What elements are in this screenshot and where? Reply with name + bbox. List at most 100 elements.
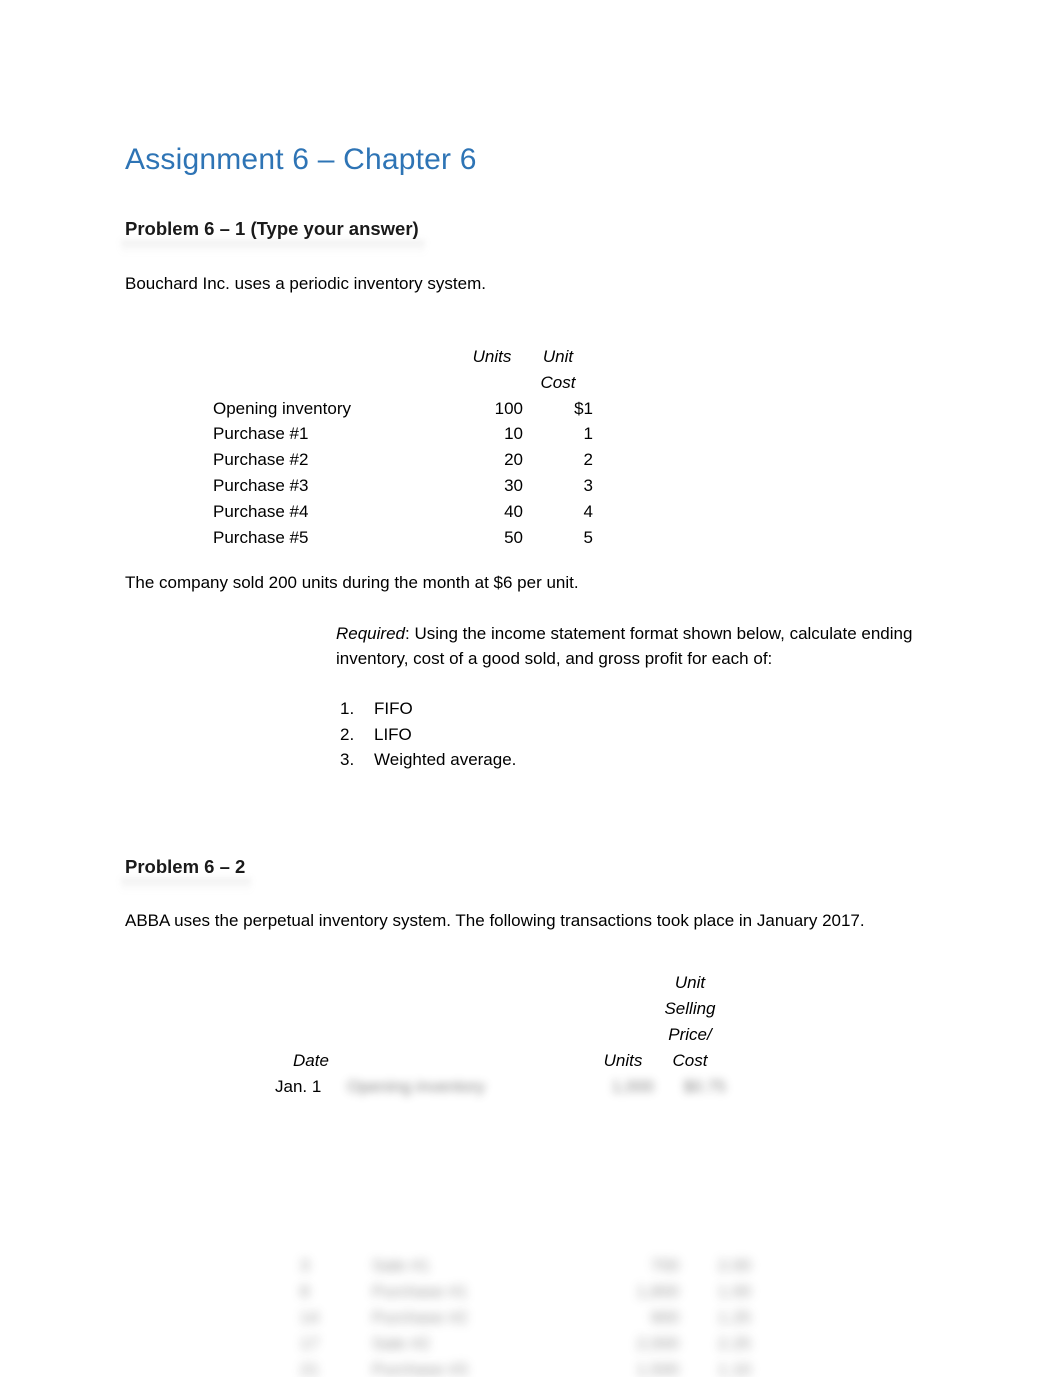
row-label: Opening inventory xyxy=(213,398,351,418)
header-blank xyxy=(347,1022,592,1048)
problem-2-section: Problem 6 – 2 ABBA uses the perpetual in… xyxy=(121,855,928,933)
row-description-redacted: Sale #2 xyxy=(372,1334,430,1353)
row-units: 100 xyxy=(494,398,523,418)
row-price-redacted: 1.25 xyxy=(717,1308,751,1327)
list-item-label: FIFO xyxy=(374,699,413,719)
header-blank xyxy=(347,1048,592,1074)
row-cost: 2 xyxy=(583,450,593,470)
table-row: Purchase #5 50 5 xyxy=(213,525,593,551)
problem-2-heading-wrap: Problem 6 – 2 xyxy=(121,855,928,893)
list-item-label: Weighted average. xyxy=(374,750,517,770)
table-row: 14 Purchase #2 900 1.25 xyxy=(300,1305,751,1331)
header-blank xyxy=(275,996,347,1022)
header-blank xyxy=(347,996,592,1022)
header-date: Date xyxy=(293,1051,329,1070)
row-units: 20 xyxy=(504,450,523,470)
row-units: 30 xyxy=(504,476,523,496)
header-units: Units xyxy=(603,1051,643,1070)
row-description-redacted: Purchase #1 xyxy=(372,1282,468,1301)
problem-2-intro: ABBA uses the perpetual inventory system… xyxy=(125,911,865,931)
list-item-number: 2. xyxy=(340,724,355,744)
table-row: Jan. 1 Opening inventory 1,000 $0.75 xyxy=(275,1074,726,1100)
table-row: Purchase #4 40 4 xyxy=(213,499,593,525)
problem-1-heading: Problem 6 – 1 (Type your answer) xyxy=(121,217,425,254)
header-price-line2: Selling xyxy=(664,999,716,1018)
header-price-line3: Price/ xyxy=(668,1025,712,1044)
row-label: Purchase #1 xyxy=(213,424,309,444)
row-description-redacted: Purchase #2 xyxy=(372,1308,468,1327)
table-row: Purchase #3 30 3 xyxy=(213,473,593,499)
list-item: 1. FIFO xyxy=(340,696,928,722)
row-units-redacted: 1,800 xyxy=(636,1282,679,1301)
table-row: Purchase #1 10 1 xyxy=(213,421,593,447)
heading-blur-artifact xyxy=(121,878,252,893)
row-cost: 5 xyxy=(583,527,593,547)
row-cost: 1 xyxy=(583,424,593,444)
table-row: 3 Sale #1 700 2.00 xyxy=(300,1253,751,1279)
row-price-redacted: $0.75 xyxy=(683,1077,726,1096)
row-cost: $1 xyxy=(574,398,593,418)
row-description-redacted: Purchase #3 xyxy=(372,1360,468,1377)
row-date-redacted: 21 xyxy=(300,1360,319,1377)
row-price-redacted: 1.00 xyxy=(717,1282,751,1301)
row-cost: 3 xyxy=(583,476,593,496)
header-blank xyxy=(592,996,654,1022)
table-row: Opening inventory 100 $1 xyxy=(213,396,593,422)
list-item: 3. Weighted average. xyxy=(340,747,928,773)
header-price-line4: Cost xyxy=(672,1051,708,1070)
problem-2-heading: Problem 6 – 2 xyxy=(121,855,252,893)
table-row: 21 Purchase #3 1,500 1.10 xyxy=(300,1357,751,1377)
row-date-redacted: 17 xyxy=(300,1334,319,1353)
table-header-row: Unit xyxy=(275,970,726,996)
row-label: Purchase #2 xyxy=(213,450,309,470)
problem-1-lower: The company sold 200 units during the mo… xyxy=(125,571,928,773)
document-page: Assignment 6 – Chapter 6 Problem 6 – 1 (… xyxy=(0,0,1062,1377)
row-units: 50 xyxy=(504,527,523,547)
row-label: Purchase #5 xyxy=(213,527,309,547)
row-date-redacted: 14 xyxy=(300,1308,319,1327)
header-blank xyxy=(275,1022,347,1048)
row-units-redacted: 1,000 xyxy=(611,1077,654,1096)
row-label: Purchase #4 xyxy=(213,501,309,521)
row-cost: 4 xyxy=(583,501,593,521)
header-units: Units xyxy=(472,347,512,366)
document-content: Assignment 6 – Chapter 6 Problem 6 – 1 (… xyxy=(121,0,928,296)
required-block: Required: Using the income statement for… xyxy=(336,622,928,671)
problem-1-heading-wrap: Problem 6 – 1 (Type your answer) xyxy=(121,217,928,254)
table-header-row-2: Cost xyxy=(213,370,593,396)
row-units: 40 xyxy=(504,501,523,521)
row-description-redacted: Sale #1 xyxy=(372,1256,430,1275)
problem-2-heading-text: Problem 6 – 2 xyxy=(125,856,246,877)
header-blank xyxy=(275,970,347,996)
row-date-redacted: 3 xyxy=(300,1256,310,1275)
header-blank-2 xyxy=(213,370,461,396)
inventory-table-problem-2-redacted-rows: 3 Sale #1 700 2.00 8 Purchase #1 1,800 1… xyxy=(300,1253,751,1377)
table-header-row: Units Unit xyxy=(213,344,593,370)
header-blank xyxy=(592,970,654,996)
heading-blur-artifact xyxy=(121,239,425,254)
row-units-redacted: 900 xyxy=(650,1308,679,1327)
row-date: Jan. 1 xyxy=(275,1077,322,1096)
list-item: 2. LIFO xyxy=(340,722,928,748)
required-label: Required xyxy=(336,624,405,644)
list-item-number: 3. xyxy=(340,750,355,770)
table-row: Purchase #2 20 2 xyxy=(213,447,593,473)
inventory-table-problem-1: Units Unit Cost Opening inventory 100 $1… xyxy=(213,344,593,551)
table-header-row: Date Units Cost xyxy=(275,1048,726,1074)
methods-list: 1. FIFO 2. LIFO 3. Weighted average. xyxy=(125,696,928,773)
table-header-row: Price/ xyxy=(275,1022,726,1048)
problem-1-heading-text: Problem 6 – 1 (Type your answer) xyxy=(125,217,419,239)
header-unit-cost-line2: Cost xyxy=(540,372,576,392)
header-unit-cost-line1: Unit xyxy=(542,347,574,366)
row-units-redacted: 1,500 xyxy=(636,1360,679,1377)
row-date-redacted: 8 xyxy=(300,1282,310,1301)
row-units: 10 xyxy=(504,424,523,444)
header-price-line1: Unit xyxy=(674,973,706,992)
required-text: : Using the income statement format show… xyxy=(336,624,913,668)
header-blank xyxy=(213,344,461,370)
table-row: 17 Sale #2 2,000 2.25 xyxy=(300,1331,751,1357)
header-blank xyxy=(592,1022,654,1048)
inventory-table-problem-2: Unit Selling Price/ Date Units Cost Jan.… xyxy=(275,970,726,1100)
problem-1-intro: Bouchard Inc. uses a periodic inventory … xyxy=(125,273,486,293)
page-title: Assignment 6 – Chapter 6 xyxy=(125,143,477,176)
